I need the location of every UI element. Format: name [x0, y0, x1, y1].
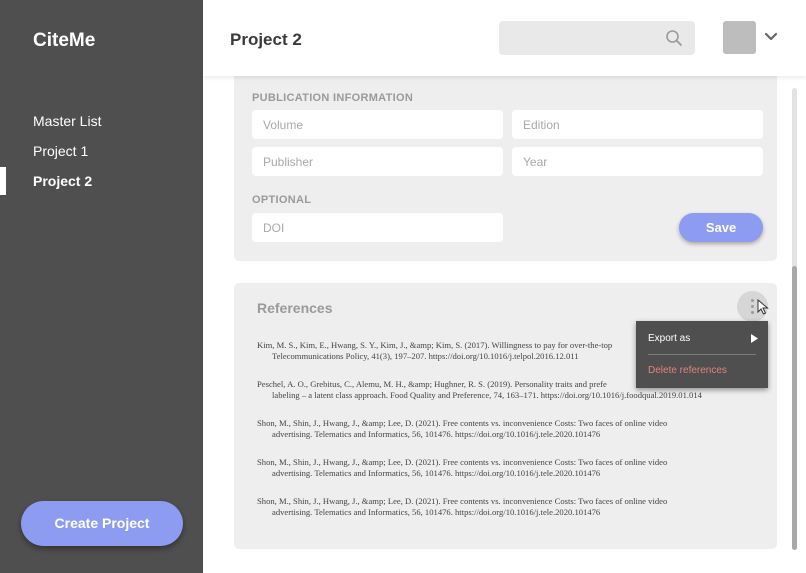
reference-line: advertising. Telematics and Informatics,… — [272, 429, 601, 439]
app-logo: CiteMe — [33, 30, 96, 51]
reference-line: Shon, M., Shin, J., Hwang, J., &amp; Lee… — [257, 418, 668, 428]
submenu-arrow-icon — [751, 334, 758, 343]
page-title: Project 2 — [230, 30, 302, 49]
doi-field[interactable] — [252, 213, 503, 242]
menu-divider — [648, 354, 756, 355]
search-icon[interactable] — [665, 29, 683, 47]
publication-info-label: PUBLICATION INFORMATION — [252, 92, 414, 104]
save-button[interactable]: Save — [679, 213, 763, 242]
sidebar-item-project-2[interactable]: Project 2 — [0, 170, 203, 200]
menu-item-delete-references[interactable]: Delete references — [648, 365, 727, 376]
reference-item[interactable]: Shon, M., Shin, J., Hwang, J., &amp; Lee… — [257, 418, 757, 440]
create-project-button[interactable]: Create Project — [21, 501, 183, 546]
reference-line: Kim, M. S., Kim, E., Hwang, S. Y., Kim, … — [257, 340, 613, 350]
reference-line: advertising. Telematics and Informatics,… — [272, 468, 601, 478]
reference-line: advertising. Telematics and Informatics,… — [272, 507, 601, 517]
project-nav: Master List Project 1 Project 2 — [0, 110, 203, 200]
more-vertical-icon-dot — [751, 311, 754, 314]
sidebar-item-project-1[interactable]: Project 1 — [0, 140, 203, 170]
year-field[interactable] — [512, 147, 763, 176]
reference-line: Shon, M., Shin, J., Hwang, J., &amp; Lee… — [257, 496, 668, 506]
scrollbar[interactable] — [792, 88, 797, 550]
search-box[interactable] — [499, 21, 695, 55]
reference-item[interactable]: Shon, M., Shin, J., Hwang, J., &amp; Lee… — [257, 457, 757, 479]
sidebar: CiteMe Master List Project 1 Project 2 C… — [0, 0, 203, 573]
scrollbar-thumb[interactable] — [792, 266, 797, 550]
sidebar-item-master-list[interactable]: Master List — [0, 110, 203, 140]
references-title: References — [257, 300, 333, 316]
menu-item-export-as[interactable]: Export as — [648, 333, 690, 344]
mouse-cursor-icon — [757, 299, 769, 315]
active-indicator — [0, 167, 6, 195]
main-content: PUBLICATION INFORMATION OPTIONAL Save Re… — [203, 76, 806, 573]
more-vertical-icon — [751, 299, 754, 302]
publisher-field[interactable] — [252, 147, 503, 176]
top-bar: Project 2 — [203, 0, 806, 76]
avatar[interactable] — [723, 21, 756, 54]
reference-line: labeling – a latent class approach. Food… — [272, 390, 702, 400]
citation-form-card: PUBLICATION INFORMATION OPTIONAL Save — [234, 76, 777, 261]
reference-item[interactable]: Shon, M., Shin, J., Hwang, J., &amp; Lee… — [257, 496, 757, 518]
reference-line: Peschel, A. O., Grebitus, C., Alemu, M. … — [257, 379, 607, 389]
more-vertical-icon-dot — [751, 305, 754, 308]
edition-field[interactable] — [512, 110, 763, 139]
reference-line: Shon, M., Shin, J., Hwang, J., &amp; Lee… — [257, 457, 668, 467]
optional-label: OPTIONAL — [252, 194, 312, 206]
context-menu: Export as Delete references — [636, 321, 768, 388]
chevron-down-icon[interactable] — [764, 30, 778, 44]
volume-field[interactable] — [252, 110, 503, 139]
search-input[interactable] — [499, 21, 659, 55]
